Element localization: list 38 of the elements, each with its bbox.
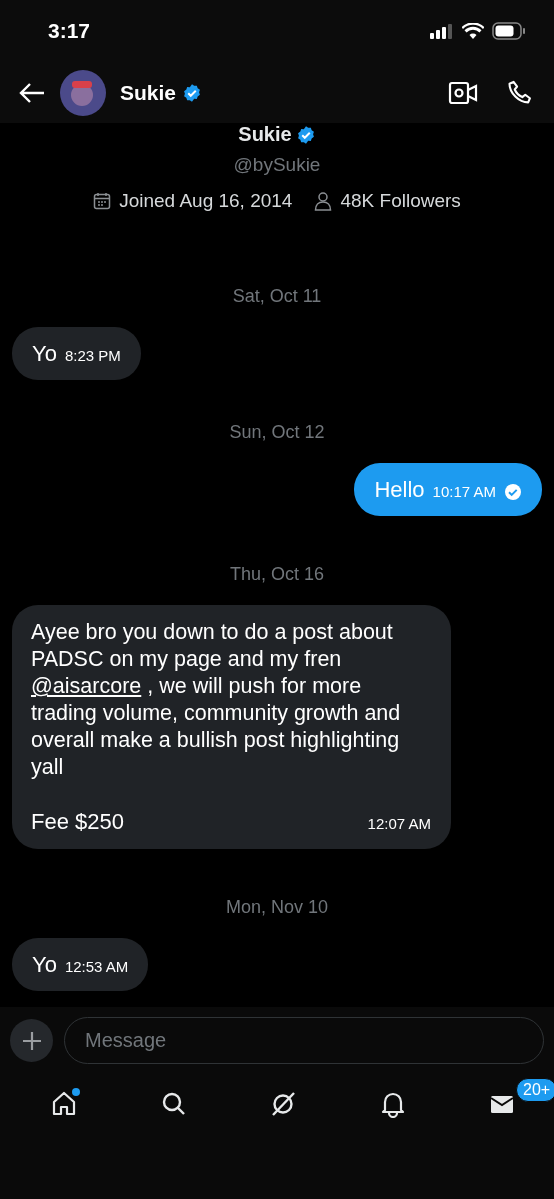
profile-handle: @bySukie <box>233 154 321 176</box>
avatar <box>60 69 106 116</box>
battery-icon <box>492 22 526 40</box>
message-text: Yo <box>32 341 57 367</box>
contact-name[interactable]: Sukie <box>120 80 177 105</box>
message-text: Ayee bro you down to do a post about PADSC on my page and my fren @aisarcore , we will push for more trading volume, community growth and overall make a bullish post highlighting yall <box>31 619 402 781</box>
message-time: 10:17 AM <box>432 483 496 500</box>
person-icon <box>314 191 333 211</box>
wifi-icon <box>462 23 484 39</box>
followers-count: 48K Followers <box>340 190 461 212</box>
calendar-icon <box>93 192 112 210</box>
mention-link[interactable]: @aisarcore <box>31 674 142 698</box>
video-call-button[interactable] <box>448 79 478 106</box>
message-text: Yo <box>32 952 57 978</box>
message-time: 12:53 AM <box>64 958 129 975</box>
video-camera-icon <box>448 79 478 106</box>
date-separator: Sun, Oct 12 <box>229 422 325 443</box>
message-time: 12:07 AM <box>367 815 431 832</box>
back-arrow-icon <box>18 80 46 105</box>
add-button[interactable] <box>10 1019 53 1062</box>
explore-tab[interactable] <box>269 1090 297 1118</box>
message-field[interactable]: Message <box>64 1017 544 1064</box>
home-icon <box>50 1090 78 1118</box>
joined-date: Joined Aug 16, 2014 <box>119 190 293 212</box>
message-text: Hello <box>374 477 425 503</box>
profile-name: Sukie <box>238 123 292 146</box>
home-tab[interactable] <box>50 1090 78 1118</box>
back-button[interactable] <box>18 80 46 105</box>
date-separator: Thu, Oct 16 <box>229 564 324 585</box>
message-text: Fee $250 <box>31 809 124 835</box>
status-time: 3:17 <box>48 19 91 43</box>
date-separator: Mon, Nov 10 <box>225 897 329 918</box>
message-time: 8:23 PM <box>64 347 121 364</box>
date-separator: Sat, Oct 11 <box>232 286 322 307</box>
signal-icon <box>430 23 454 39</box>
slashed-circle-icon <box>269 1090 297 1118</box>
plus-icon <box>20 1029 43 1052</box>
unread-count-badge: 20+ <box>516 1078 554 1102</box>
